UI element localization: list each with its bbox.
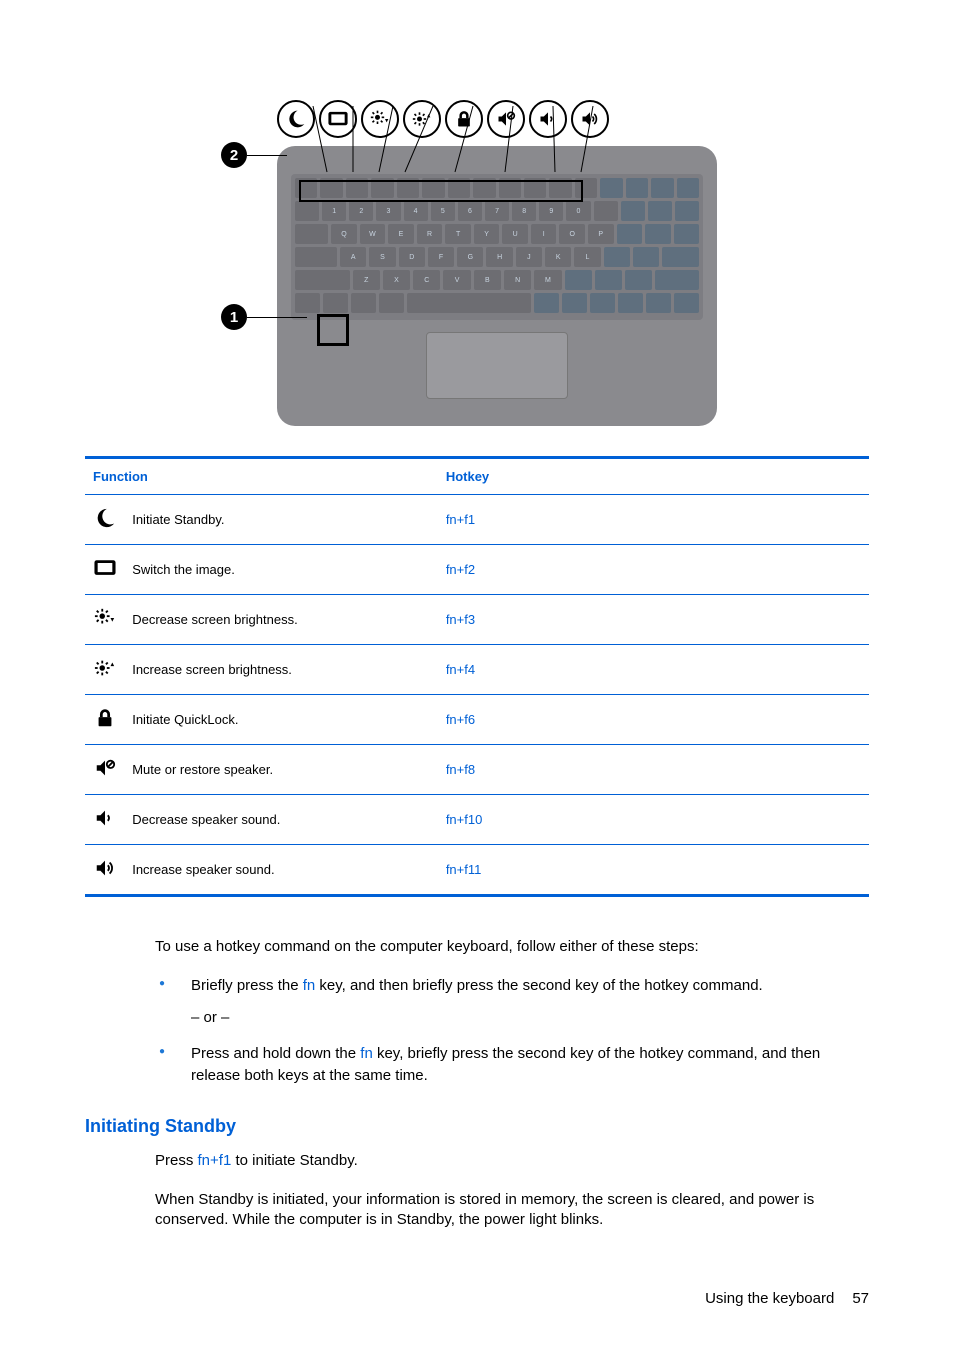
table-row: Initiate QuickLock. fn+f6 (85, 695, 869, 745)
intro-text: To use a hotkey command on the computer … (155, 937, 869, 957)
hotkey-inline: fn+f1 (198, 1152, 232, 1169)
page-footer: Using the keyboard 57 (85, 1290, 869, 1307)
table-row: Mute or restore speaker. fn+f8 (85, 745, 869, 795)
brightness-down-icon (361, 100, 399, 138)
hotkey-cell: fn+f3 (438, 595, 869, 645)
lock-icon (445, 100, 483, 138)
page-number: 57 (852, 1290, 869, 1307)
table-row: Initiate Standby. fn+f1 (85, 495, 869, 545)
table-row: Decrease speaker sound. fn+f10 (85, 795, 869, 845)
function-cell: Mute or restore speaker. (124, 745, 438, 795)
function-cell: Increase speaker sound. (124, 845, 438, 896)
hotkey-cell: fn+f4 (438, 645, 869, 695)
volume-down-icon (529, 100, 567, 138)
hotkey-table: Function Hotkey Initiate Standby. fn+f1 … (85, 456, 869, 897)
standby-p1: Press fn+f1 to initiate Standby. (155, 1151, 869, 1171)
diagram-icon-row (277, 100, 717, 138)
function-cell: Initiate QuickLock. (124, 695, 438, 745)
function-cell: Decrease screen brightness. (124, 595, 438, 645)
or-text: – or – (191, 1007, 869, 1029)
fn-key-highlight (317, 314, 349, 346)
display-icon (94, 567, 116, 582)
f-row-highlight (299, 180, 583, 202)
table-row: Increase screen brightness. fn+f4 (85, 645, 869, 695)
function-cell: Switch the image. (124, 545, 438, 595)
table-row: Decrease screen brightness. fn+f3 (85, 595, 869, 645)
fn-key-text: fn (303, 977, 316, 994)
table-row: Switch the image. fn+f2 (85, 545, 869, 595)
function-cell: Decrease speaker sound. (124, 795, 438, 845)
step-b: Press and hold down the fn key, briefly … (155, 1043, 869, 1087)
brightness-down-icon (94, 617, 116, 632)
lock-icon (94, 717, 116, 732)
hotkey-cell: fn+f10 (438, 795, 869, 845)
footer-label: Using the keyboard (705, 1290, 834, 1307)
laptop-illustration: 2 1 1234567890 QWERTYUIOP ASDFGHJKL ZXCV… (277, 146, 717, 426)
table-row: Increase speaker sound. fn+f11 (85, 845, 869, 896)
hotkey-cell: fn+f2 (438, 545, 869, 595)
volume-up-icon (94, 867, 116, 882)
function-cell: Increase screen brightness. (124, 645, 438, 695)
volume-down-icon (94, 817, 116, 832)
moon-icon (277, 100, 315, 138)
volume-mute-icon (487, 100, 525, 138)
section-heading: Initiating Standby (85, 1116, 869, 1137)
hotkey-cell: fn+f11 (438, 845, 869, 896)
fn-key-text: fn (360, 1045, 373, 1062)
hotkey-cell: fn+f8 (438, 745, 869, 795)
keyboard-diagram: 2 1 1234567890 QWERTYUIOP ASDFGHJKL ZXCV… (237, 100, 717, 426)
volume-mute-icon (94, 767, 116, 782)
moon-icon (94, 517, 116, 532)
hotkey-cell: fn+f6 (438, 695, 869, 745)
brightness-up-icon (94, 667, 116, 682)
standby-p2: When Standby is initiated, your informat… (155, 1190, 869, 1231)
display-icon (319, 100, 357, 138)
callout-1: 1 (221, 304, 247, 330)
brightness-up-icon (403, 100, 441, 138)
step-a: Briefly press the fn key, and then brief… (155, 975, 869, 1029)
callout-2: 2 (221, 142, 247, 168)
volume-up-icon (571, 100, 609, 138)
function-cell: Initiate Standby. (124, 495, 438, 545)
col-hotkey: Hotkey (438, 458, 869, 495)
hotkey-cell: fn+f1 (438, 495, 869, 545)
col-function: Function (85, 458, 438, 495)
steps-list: Briefly press the fn key, and then brief… (155, 975, 869, 1086)
